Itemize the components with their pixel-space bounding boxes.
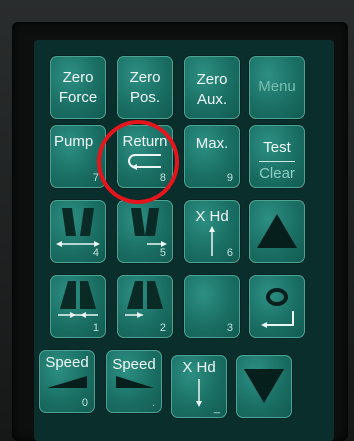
pump-label: Pump [54, 133, 94, 150]
up-arrow-button[interactable] [249, 200, 305, 263]
grips-open-button-2[interactable]: 5 [117, 200, 173, 263]
grips-open-button-1[interactable]: 4 [50, 200, 106, 263]
crosshead-down-button[interactable]: X Hd _ [171, 355, 227, 418]
zero-force-line1: Zero [62, 69, 94, 86]
zero-pos-line2: Pos. [129, 89, 160, 106]
xhd-down-number: _ [213, 402, 220, 414]
enter-button[interactable] [249, 275, 305, 338]
test-clear-button[interactable]: Test Clear [249, 125, 305, 188]
grips-close-button-2[interactable]: 2 [117, 275, 173, 338]
grips-close-button-1[interactable]: 1 [50, 275, 106, 338]
zero-force-line2: Force [58, 89, 98, 106]
grips-open-1-number: 4 [92, 247, 99, 259]
test-divider [259, 161, 295, 162]
zero-force-button[interactable]: Zero Force [50, 56, 106, 119]
crosshead-up-button[interactable]: X Hd 6 [184, 200, 240, 263]
test-label: Test [263, 139, 291, 156]
max-label: Max. [195, 135, 229, 152]
menu-label: Menu [258, 78, 296, 95]
grips-close-2-number: 2 [159, 322, 166, 334]
speed-button-2[interactable]: Speed . [106, 350, 162, 413]
blank-button[interactable]: 3 [184, 275, 240, 338]
speed-2-number: . [151, 397, 155, 409]
menu-button[interactable]: Menu [249, 56, 305, 119]
triangle-down-icon [244, 369, 284, 403]
zero-pos-line1: Zero [129, 69, 161, 86]
zero-aux-button[interactable]: Zero Aux. [184, 56, 240, 119]
max-number: 9 [226, 172, 233, 184]
speed-1-number: 0 [81, 397, 88, 409]
zero-aux-line2: Aux. [196, 91, 227, 108]
max-button[interactable]: Max. 9 [184, 125, 240, 188]
zero-pos-button[interactable]: Zero Pos. [117, 56, 173, 119]
grips-close-1-number: 1 [92, 322, 99, 334]
enter-icon [261, 288, 294, 328]
speed-button-1[interactable]: Speed 0 [39, 350, 95, 413]
triangle-up-icon [257, 214, 297, 248]
blank-number: 3 [226, 322, 233, 334]
zero-aux-line1: Zero [196, 71, 228, 88]
grips-open-2-number: 5 [159, 247, 166, 259]
xhd-up-number: 6 [226, 247, 233, 259]
clear-label: Clear [259, 165, 295, 182]
down-arrow-button[interactable] [236, 355, 292, 418]
highlight-circle [97, 120, 179, 204]
